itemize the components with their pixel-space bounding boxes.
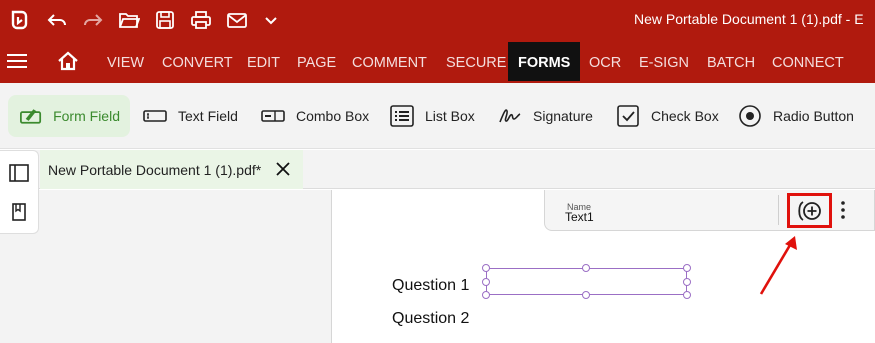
form-field-button[interactable]: Form Field <box>8 95 130 137</box>
combo-box-label: Combo Box <box>296 108 370 124</box>
left-toolbar <box>0 150 39 234</box>
text-field-label: Text Field <box>178 108 238 124</box>
menu-edit[interactable]: EDIT <box>247 55 280 71</box>
combo-box-icon <box>261 110 285 122</box>
check-box-button[interactable]: Check Box <box>615 95 719 137</box>
list-box-icon <box>390 105 414 127</box>
question-2-text: Question 2 <box>392 310 470 327</box>
document-tab-label: New Portable Document 1 (1).pdf* <box>48 161 262 178</box>
save-icon[interactable] <box>152 8 178 32</box>
window-title: New Portable Document 1 (1).pdf - E <box>634 11 864 27</box>
chevron-down-icon[interactable] <box>258 8 284 32</box>
signature-button[interactable]: Signature <box>497 95 593 137</box>
bookmark-icon[interactable] <box>8 201 30 223</box>
resize-handle[interactable] <box>582 291 590 299</box>
menu-bar: VIEW CONVERT EDIT PAGE COMMENT SECURE FO… <box>0 40 875 83</box>
form-field-label: Form Field <box>53 108 120 124</box>
menu-secure[interactable]: SECURE <box>446 55 506 71</box>
menu-ocr[interactable]: OCR <box>589 55 621 71</box>
resize-handle[interactable] <box>482 278 490 286</box>
panel-toggle-icon[interactable] <box>8 162 30 184</box>
resize-handle[interactable] <box>683 278 691 286</box>
resize-handle[interactable] <box>482 291 490 299</box>
more-options-icon[interactable] <box>837 198 849 222</box>
mail-icon[interactable] <box>224 8 250 32</box>
forms-ribbon: Form Field Text Field Combo Box List Box… <box>0 83 875 149</box>
annotation-arrow-icon <box>759 236 797 295</box>
redo-icon[interactable] <box>80 8 106 32</box>
app-logo-icon[interactable] <box>6 8 32 32</box>
radio-button-button[interactable]: Radio Button <box>737 95 854 137</box>
resize-handle[interactable] <box>683 264 691 272</box>
menu-esign[interactable]: E-SIGN <box>639 55 689 71</box>
menu-forms[interactable]: FORMS <box>508 42 581 81</box>
menu-comment[interactable]: COMMENT <box>352 55 427 71</box>
name-value[interactable]: Text1 <box>565 210 594 224</box>
undo-icon[interactable] <box>44 8 70 32</box>
close-icon[interactable] <box>273 159 293 179</box>
hamburger-menu-icon[interactable] <box>7 53 27 69</box>
resize-handle[interactable] <box>482 264 490 272</box>
text-field-icon <box>143 110 167 122</box>
separator <box>778 195 779 225</box>
signature-label: Signature <box>533 108 593 124</box>
field-property-bar: Name Text1 <box>544 190 875 231</box>
list-box-label: List Box <box>425 108 475 124</box>
open-folder-icon[interactable] <box>116 8 142 32</box>
tab-strip: New Portable Document 1 (1).pdf* <box>0 150 875 189</box>
text-field-button[interactable]: Text Field <box>142 95 238 137</box>
menu-view[interactable]: VIEW <box>107 55 144 71</box>
combo-box-button[interactable]: Combo Box <box>260 95 369 137</box>
add-action-button[interactable] <box>787 193 832 228</box>
radio-button-icon <box>739 105 761 127</box>
check-box-label: Check Box <box>651 108 719 124</box>
menu-page[interactable]: PAGE <box>297 55 336 71</box>
list-box-button[interactable]: List Box <box>389 95 475 137</box>
title-bar: New Portable Document 1 (1).pdf - E <box>0 0 875 40</box>
radio-button-label: Radio Button <box>773 108 854 124</box>
check-box-icon <box>617 105 639 127</box>
print-icon[interactable] <box>188 8 214 32</box>
navigation-pane <box>0 190 332 343</box>
document-tab[interactable]: New Portable Document 1 (1).pdf* <box>40 150 303 189</box>
resize-handle[interactable] <box>683 291 691 299</box>
menu-batch[interactable]: BATCH <box>707 55 755 71</box>
resize-handle[interactable] <box>582 264 590 272</box>
add-circle-icon <box>797 200 821 221</box>
signature-icon <box>499 109 521 123</box>
question-1-text: Question 1 <box>392 277 470 294</box>
home-icon[interactable] <box>56 50 80 72</box>
form-field-icon <box>20 109 42 124</box>
menu-convert[interactable]: CONVERT <box>162 55 233 71</box>
menu-connect[interactable]: CONNECT <box>772 55 844 71</box>
